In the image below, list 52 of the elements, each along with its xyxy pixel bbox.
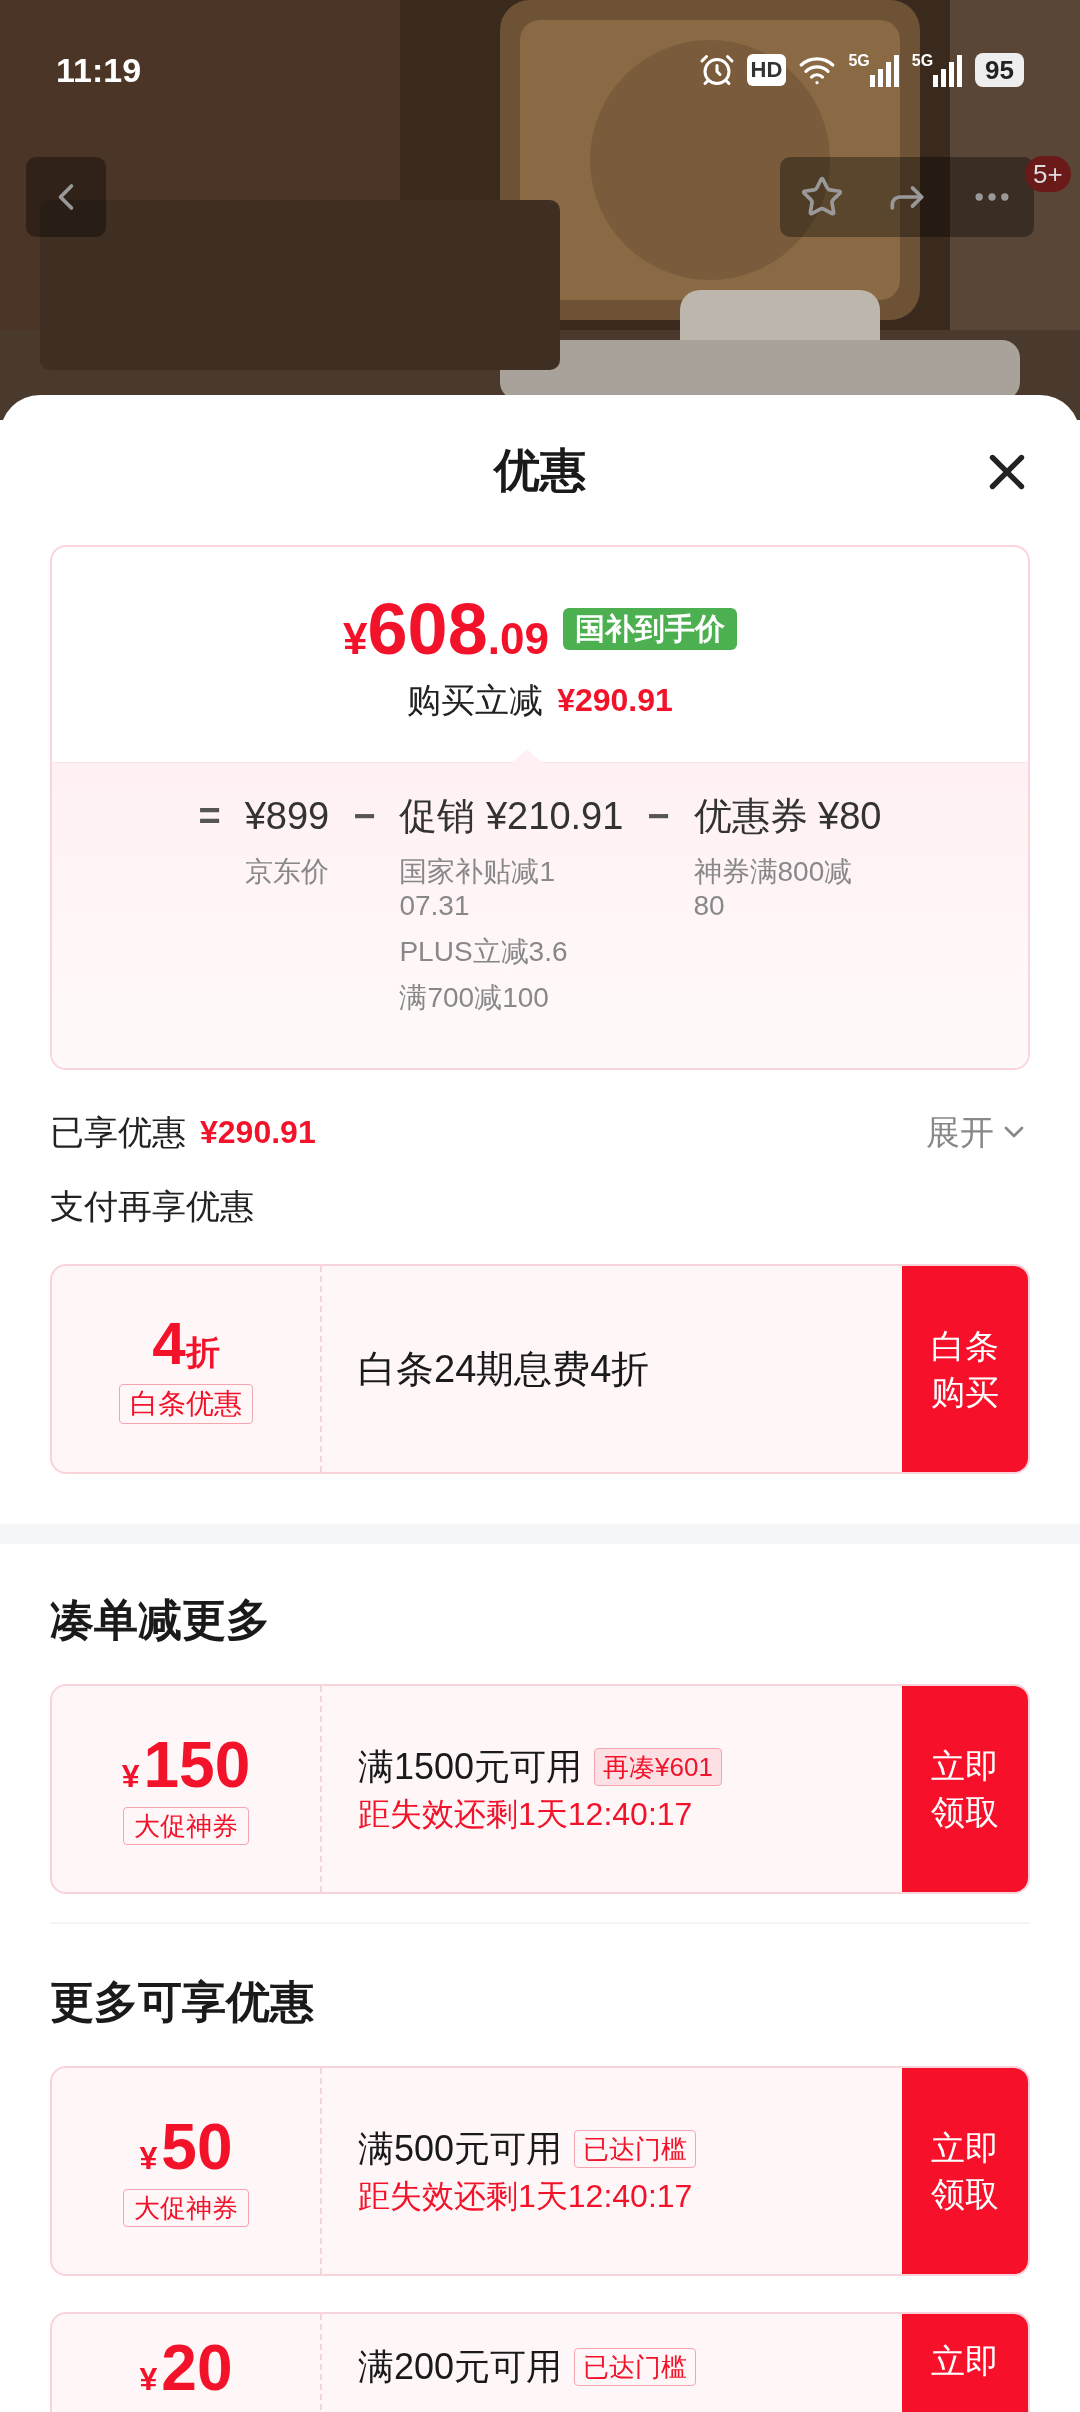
pointer-notch: [512, 749, 542, 763]
coupon-amount: ¥50: [139, 2115, 233, 2179]
alarm-icon: [698, 52, 735, 88]
discount-value: 4折: [152, 1314, 220, 1374]
coupon-condition: 满200元可用: [358, 2349, 563, 2385]
payment-description: 白条24期息费4折: [358, 1346, 650, 1392]
coupon-condition: 满500元可用: [358, 2131, 563, 2167]
status-time: 11:19: [56, 49, 142, 91]
coupon-condition: 满1500元可用: [358, 1749, 583, 1785]
coupon-amount: ¥150: [121, 1733, 251, 1797]
claim-button[interactable]: 立即: [902, 2314, 1028, 2412]
operator-sign: −: [647, 794, 670, 839]
section-title: 更多可享优惠: [50, 1976, 314, 2028]
payment-title: 支付再享优惠: [50, 1185, 254, 1227]
breakdown-note: 满700减100: [399, 981, 550, 1015]
coupon-tag: 大促神券: [123, 2189, 249, 2227]
coupon-badge: 再凑¥601: [594, 1748, 722, 1786]
network-label: 5G: [848, 53, 870, 69]
sheet-title: 优惠: [494, 442, 586, 498]
claim-button[interactable]: 立即领取: [902, 1686, 1028, 1892]
breakdown-value: 促销 ¥210.91: [399, 794, 624, 839]
signal-icon: [933, 53, 964, 87]
saving-amount: ¥290.91: [557, 683, 673, 716]
discount-tag: 白条优惠: [119, 1384, 253, 1424]
coupon-badge: 已达门槛: [574, 2348, 697, 2386]
coupon-tag: 大促神券: [123, 1807, 249, 1845]
back-button[interactable]: [26, 157, 106, 237]
operator-sign: =: [198, 794, 221, 839]
credit-buy-button[interactable]: 白条购买: [902, 1266, 1028, 1472]
coupon-expiry: 距失效还剩1天12:40:17: [358, 2180, 694, 2212]
signal-icon: [869, 53, 900, 87]
expand-toggle[interactable]: 展开: [926, 1106, 1030, 1158]
operator-sign: −: [353, 794, 376, 839]
battery-indicator: 95: [975, 53, 1024, 87]
enjoyed-amount: ¥290.91: [200, 1113, 316, 1152]
breakdown-value: 优惠券 ¥80: [693, 794, 882, 839]
coupon-badge: 已达门槛: [574, 2130, 697, 2168]
network-label: 5G: [911, 53, 934, 69]
breakdown-value: ¥899: [244, 794, 330, 839]
coupon-amount: ¥20: [139, 2336, 233, 2400]
final-price: ¥608.09: [343, 592, 549, 665]
enjoyed-label: 已享优惠: [50, 1111, 186, 1153]
hd-indicator: HD: [746, 54, 787, 86]
breakdown-note: 神券满800减80: [693, 855, 854, 923]
price-tag: 国补到手价: [562, 607, 737, 650]
claim-button[interactable]: 立即领取: [902, 2068, 1028, 2274]
section-title: 凑单减更多: [50, 1594, 270, 1646]
breakdown-note: 京东价: [244, 855, 330, 889]
breakdown-note: 国家补贴减107.31: [399, 855, 556, 923]
saving-label: 购买立减: [407, 682, 544, 717]
breakdown-note: PLUS立减3.6: [399, 935, 569, 969]
coupon-expiry: 距失效还剩1天12:40:17: [358, 1798, 694, 1830]
